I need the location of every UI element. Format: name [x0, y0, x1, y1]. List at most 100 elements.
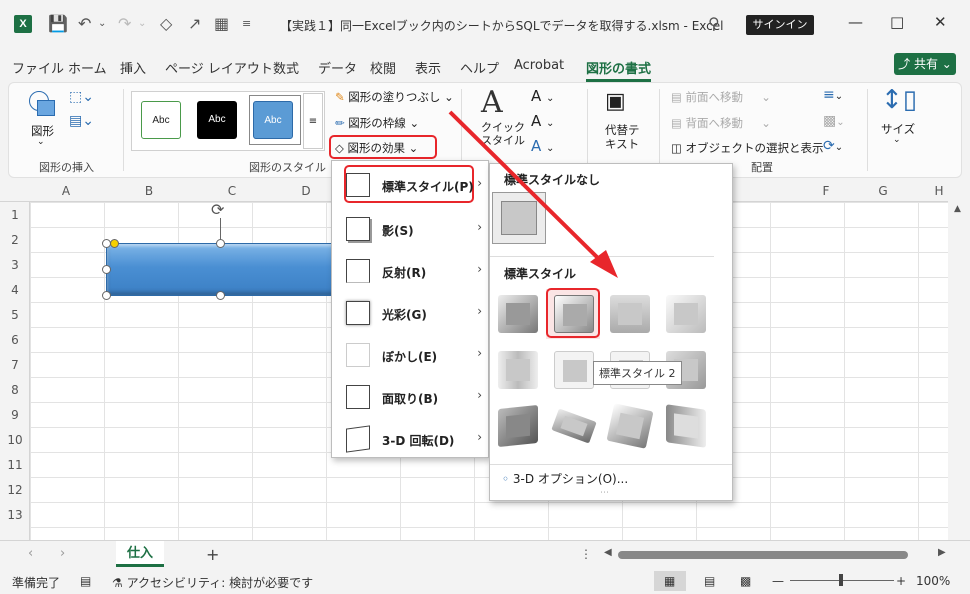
customize-qat-icon[interactable]: ≡ [242, 17, 251, 30]
textbox-icon[interactable]: ▤⌄ [69, 113, 94, 129]
selection-pane-button[interactable]: ◫ オブジェクトの選択と表示 [671, 140, 824, 156]
resize-handle[interactable] [216, 239, 225, 248]
row-number[interactable]: 2 [0, 233, 30, 247]
tab-shape-format[interactable]: 図形の書式 [586, 58, 652, 82]
effects-item-preset[interactable]: 標準スタイル(P) › [342, 167, 482, 203]
col-header[interactable]: C [222, 184, 242, 198]
send-backward-button[interactable]: ▤ 背面へ移動 ⌄ [671, 115, 771, 131]
preset-style-2[interactable] [554, 295, 594, 333]
redo-dropdown-icon[interactable]: ⌄ [138, 18, 146, 29]
share-window-icon[interactable]: ↗ [188, 14, 201, 33]
close-icon[interactable]: ✕ [934, 13, 947, 31]
shape-tool-icon[interactable]: ◇ [160, 14, 172, 33]
more-options-icon[interactable]: ⋮ [580, 547, 592, 561]
effects-item-bevel[interactable]: 面取り(B) › [342, 379, 482, 415]
tab-review[interactable]: 校閲 [370, 58, 396, 77]
row-number[interactable]: 4 [0, 283, 30, 297]
row-number[interactable]: 5 [0, 308, 30, 322]
effects-button[interactable]: ◇ 図形の効果 ⌄ [335, 140, 418, 156]
shape-dropdown-icon[interactable]: ⌄ [37, 137, 45, 147]
no-preset-option-frame[interactable] [492, 192, 546, 244]
prev-sheet-icon[interactable]: ‹ [28, 546, 33, 561]
col-header[interactable]: G [873, 184, 893, 198]
row-number[interactable]: 13 [0, 508, 30, 522]
shapes-gallery-icon[interactable] [29, 91, 57, 119]
vertical-scrollbar[interactable]: ▲ [948, 180, 970, 540]
zoom-level[interactable]: 100% [916, 574, 950, 588]
preset-style-11[interactable] [606, 403, 654, 449]
tab-formulas[interactable]: 数式 [273, 58, 299, 77]
image-icon[interactable]: ▦ [214, 14, 229, 33]
zoom-in-icon[interactable]: + [896, 574, 906, 588]
style-sample-2[interactable]: Abc [197, 101, 237, 139]
row-number[interactable]: 8 [0, 383, 30, 397]
fill-button[interactable]: ✎ 図形の塗りつぶし ⌄ [335, 89, 454, 105]
page-layout-view-icon[interactable]: ▤ [704, 574, 715, 588]
tab-help[interactable]: ヘルプ [460, 58, 499, 77]
undo-icon[interactable]: ↶ [78, 14, 91, 33]
search-icon[interactable]: ⚲ [708, 14, 720, 33]
share-button[interactable]: ⤴ 共有 ⌄ [894, 53, 956, 75]
preset-style-1[interactable] [498, 295, 538, 333]
page-break-view-icon[interactable]: ▩ [740, 574, 751, 588]
tab-home[interactable]: ホーム [68, 58, 107, 77]
scroll-right-icon[interactable]: ▶ [938, 547, 946, 558]
preset-style-4[interactable] [666, 295, 706, 333]
col-header[interactable]: F [816, 184, 836, 198]
selected-shape[interactable] [106, 243, 336, 296]
text-effects-icon[interactable]: A ⌄ [531, 137, 554, 155]
resize-handle[interactable] [216, 291, 225, 300]
row-number[interactable]: 7 [0, 358, 30, 372]
scroll-left-icon[interactable]: ◀ [604, 547, 612, 558]
row-number[interactable]: 3 [0, 258, 30, 272]
effects-item-reflection[interactable]: 反射(R) › [342, 253, 482, 289]
adjust-handle[interactable] [110, 239, 119, 248]
add-sheet-button[interactable]: + [206, 545, 219, 564]
col-header[interactable]: D [296, 184, 316, 198]
preset-style-6[interactable] [554, 351, 594, 389]
alt-text-icon[interactable]: ▣ [605, 89, 626, 114]
zoom-slider-thumb[interactable] [839, 574, 843, 586]
tab-file[interactable]: ファイル [12, 58, 64, 77]
quick-style-icon[interactable]: A [481, 85, 503, 120]
preset-style-10[interactable] [551, 408, 597, 444]
style-sample-1[interactable]: Abc [141, 101, 181, 139]
row-number[interactable]: 11 [0, 458, 30, 472]
tab-acrobat[interactable]: Acrobat [514, 58, 564, 73]
macro-recorder-icon[interactable]: ▤ [80, 574, 91, 588]
row-number[interactable]: 6 [0, 333, 30, 347]
edit-shape-icon[interactable]: ⬚⌄ [69, 89, 94, 105]
group-icon[interactable]: ▩⌄ [823, 113, 845, 129]
preset-style-5[interactable] [498, 351, 538, 389]
gallery-more-icon[interactable]: ≡ [303, 93, 323, 149]
bring-forward-button[interactable]: ▤ 前面へ移動 ⌄ [671, 89, 771, 105]
accessibility-status[interactable]: ⚗ アクセシビリティ: 検討が必要です [112, 574, 313, 591]
scroll-up-icon[interactable]: ▲ [954, 204, 961, 214]
quick-style-label[interactable]: クイック スタイル [481, 121, 525, 147]
rotate-handle-icon[interactable]: ⟳ [211, 200, 224, 219]
next-sheet-icon[interactable]: › [60, 546, 65, 561]
horizontal-scroll-thumb[interactable] [618, 551, 908, 559]
align-icon[interactable]: ≡⌄ [823, 87, 843, 103]
text-outline-icon[interactable]: A ⌄ [531, 112, 554, 130]
col-header[interactable]: H [929, 184, 949, 198]
row-number[interactable]: 9 [0, 408, 30, 422]
preset-style-12[interactable] [666, 404, 706, 448]
effects-item-soft-edges[interactable]: ぼかし(E) › [342, 337, 482, 373]
preset-style-3[interactable] [610, 295, 650, 333]
rotate-icon[interactable]: ⟳⌄ [823, 138, 843, 154]
tab-insert[interactable]: 挿入 [120, 58, 146, 77]
normal-view-icon[interactable]: ▦ [664, 574, 675, 588]
resize-handle[interactable] [102, 291, 111, 300]
save-icon[interactable]: 💾 [48, 14, 68, 33]
effects-item-shadow[interactable]: 影(S) › [342, 211, 482, 247]
maximize-icon[interactable]: □ [890, 13, 904, 31]
minimize-icon[interactable]: — [848, 13, 863, 31]
3d-options-item[interactable]: ◦ 3-D オプション(O)... [502, 470, 628, 487]
col-header[interactable]: B [139, 184, 159, 198]
tab-view[interactable]: 表示 [415, 58, 441, 77]
col-header[interactable]: A [56, 184, 76, 198]
sheet-tab[interactable]: 仕入 [116, 541, 164, 567]
effects-item-3d-rotation[interactable]: 3-D 回転(D) › [342, 421, 482, 457]
size-dropdown-icon[interactable]: ⌄ [893, 135, 901, 145]
